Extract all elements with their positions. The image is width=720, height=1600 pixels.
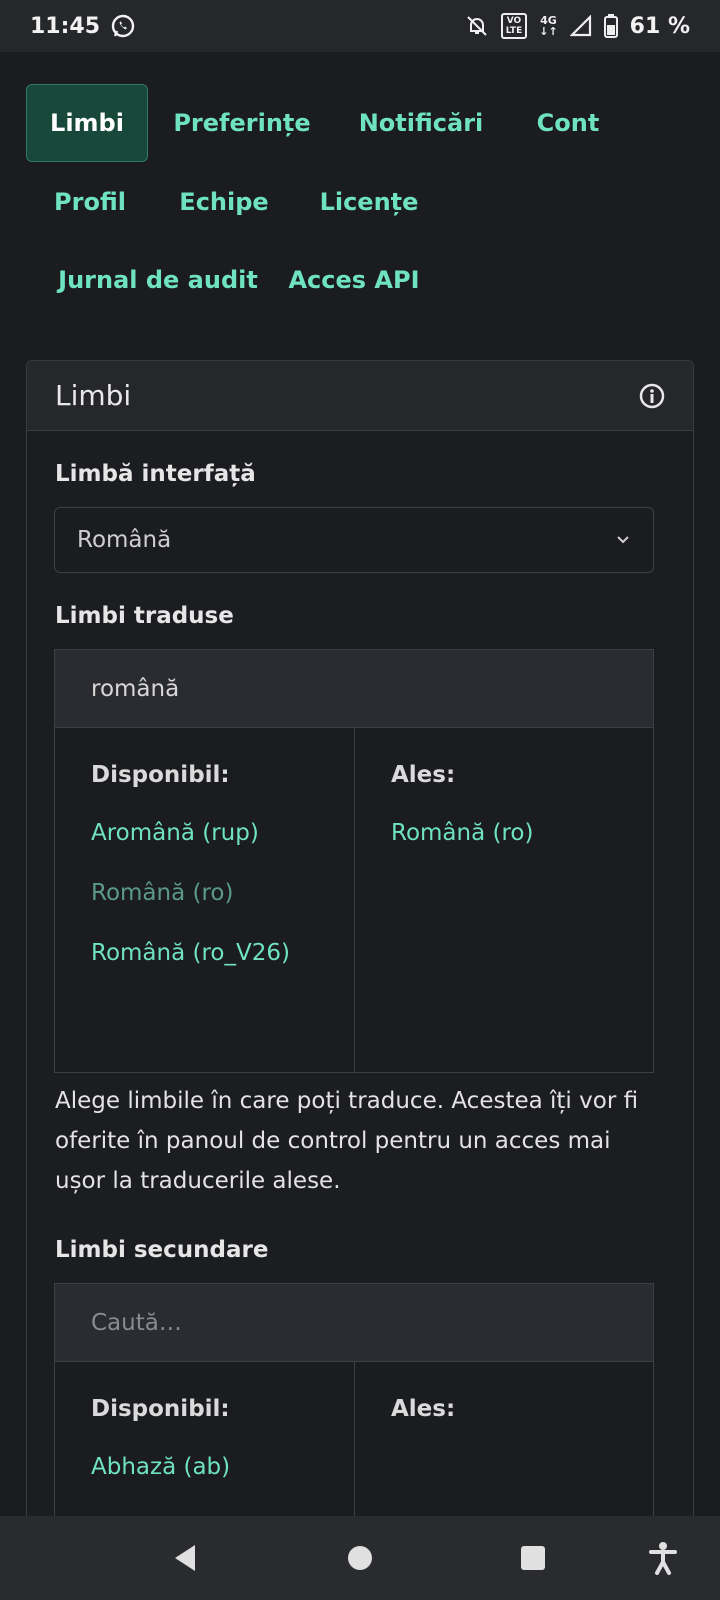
mute-notification-icon bbox=[465, 14, 489, 38]
secondary-picker-columns: Disponibil: Abhază (ab) Ales: bbox=[55, 1362, 653, 1516]
secondary-available-column: Disponibil: Abhază (ab) bbox=[55, 1362, 354, 1516]
volte-line2: LTE bbox=[505, 26, 523, 36]
accessibility-button[interactable] bbox=[643, 1538, 683, 1578]
interface-language-select[interactable]: Română bbox=[54, 507, 654, 573]
tab-licente[interactable]: Licențe bbox=[308, 163, 430, 241]
selected-column: Ales: Română (ro) bbox=[354, 728, 653, 1072]
status-time: 11:45 bbox=[30, 13, 101, 39]
signal-icon bbox=[569, 15, 592, 37]
card-title: Limbi bbox=[55, 379, 132, 412]
tab-jurnal-de-audit[interactable]: Jurnal de audit bbox=[40, 241, 276, 319]
secondary-languages-label: Limbi secundare bbox=[55, 1237, 269, 1263]
tab-acces-api[interactable]: Acces API bbox=[282, 241, 426, 319]
translated-languages-search[interactable]: română bbox=[55, 650, 653, 728]
interface-language-label: Limbă interfață bbox=[55, 461, 256, 487]
secondary-languages-search[interactable]: Caută… bbox=[55, 1284, 653, 1362]
recents-button[interactable] bbox=[513, 1538, 553, 1578]
back-button[interactable] bbox=[165, 1538, 205, 1578]
tab-limbi[interactable]: Limbi bbox=[26, 84, 148, 162]
available-column: Disponibil: Aromână (rup) Română (ro) Ro… bbox=[55, 728, 354, 1072]
battery-icon bbox=[603, 14, 618, 38]
translated-languages-label: Limbi traduse bbox=[55, 603, 234, 629]
battery-percentage: 61 % bbox=[629, 13, 690, 39]
status-bar: 11:45 VO LTE 4G ↓↑ 61 % bbox=[0, 0, 720, 52]
translated-languages-picker: română Disponibil: Aromână (rup) Română … bbox=[54, 649, 654, 1073]
4g-icon: 4G ↓↑ bbox=[539, 14, 558, 38]
network-type: 4G bbox=[540, 14, 557, 27]
available-item-romana-ro: Română (ro) bbox=[91, 880, 234, 906]
translated-languages-help: Alege limbile în care poți traduce. Aces… bbox=[55, 1088, 639, 1194]
volte-line1: VO bbox=[506, 16, 522, 26]
picker-columns: Disponibil: Aromână (rup) Română (ro) Ro… bbox=[55, 728, 653, 1072]
available-header: Disponibil: bbox=[91, 762, 230, 788]
available-item-romana-ro-v26[interactable]: Română (ro_V26) bbox=[91, 938, 318, 998]
secondary-available-header: Disponibil: bbox=[91, 1396, 230, 1422]
selected-header: Ales: bbox=[391, 762, 456, 788]
tab-profil[interactable]: Profil bbox=[40, 163, 140, 241]
settings-content: Limbi Preferințe Notificări Cont Profil … bbox=[0, 52, 720, 1516]
interface-language-value: Română bbox=[77, 527, 172, 553]
tab-cont[interactable]: Cont bbox=[520, 84, 616, 162]
secondary-languages-picker: Caută… Disponibil: Abhază (ab) Ales: bbox=[54, 1283, 654, 1516]
info-icon[interactable] bbox=[639, 383, 665, 409]
tab-notificari[interactable]: Notificări bbox=[351, 84, 491, 162]
available-item-aromana-rup[interactable]: Aromână (rup) bbox=[91, 818, 318, 878]
card-header: Limbi bbox=[27, 361, 693, 431]
system-nav-bar bbox=[0, 1516, 720, 1600]
tab-preferinte[interactable]: Preferințe bbox=[166, 84, 318, 162]
volte-icon: VO LTE bbox=[500, 13, 528, 39]
secondary-selected-column: Ales: bbox=[354, 1362, 653, 1516]
languages-card: Limbi Limbă interfață Română Limbi tradu… bbox=[26, 360, 694, 1516]
home-button[interactable] bbox=[340, 1538, 380, 1578]
tab-echipe[interactable]: Echipe bbox=[166, 163, 282, 241]
whatsapp-icon bbox=[110, 13, 136, 39]
chevron-down-icon bbox=[615, 531, 631, 550]
selected-item-romana-ro[interactable]: Română (ro) bbox=[391, 818, 617, 878]
secondary-selected-header: Ales: bbox=[391, 1396, 456, 1422]
secondary-available-item-abhaza-ab[interactable]: Abhază (ab) bbox=[91, 1452, 318, 1512]
